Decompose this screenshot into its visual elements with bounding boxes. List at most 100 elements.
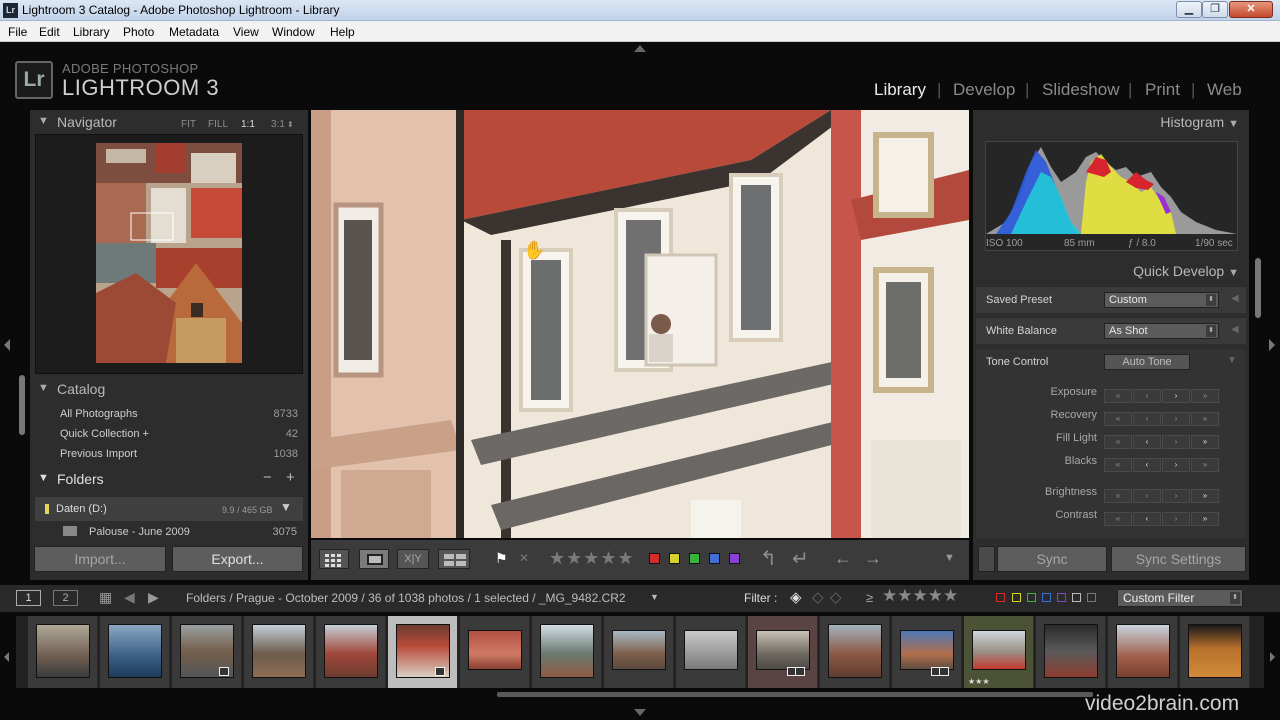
filmstrip-thumb[interactable] (1036, 616, 1106, 688)
filter-color-none[interactable] (1087, 593, 1096, 602)
module-slideshow[interactable]: Slideshow (1042, 80, 1120, 100)
filter-color-red[interactable] (996, 593, 1005, 602)
filter-color-yellow[interactable] (1012, 593, 1021, 602)
blacks-buttons[interactable]: «‹ ›» (1104, 454, 1222, 472)
expand-volume-icon[interactable]: ▼ (280, 500, 292, 514)
color-label-blue[interactable] (709, 553, 720, 564)
collapse-left-icon[interactable]: ◀ (1231, 324, 1239, 335)
left-panel-scrollbar[interactable] (19, 375, 25, 435)
catalog-item-quick[interactable]: Quick Collection + 42 (34, 424, 304, 444)
rotate-left-icon[interactable]: ↰ (760, 546, 777, 571)
filmstrip-right-arrow-icon[interactable] (1270, 652, 1275, 662)
filmstrip-left-arrow-icon[interactable] (4, 652, 9, 662)
back-arrow-icon[interactable]: ◀ (124, 589, 135, 606)
flag-reject-icon[interactable]: ✕ (519, 551, 529, 565)
filmstrip-thumb[interactable] (460, 616, 530, 688)
menu-photo[interactable]: Photo (123, 25, 154, 39)
folder-row[interactable]: Palouse - June 2009 3075 (35, 524, 303, 538)
collapse-icon[interactable]: ▼ (38, 472, 49, 484)
rotate-right-icon[interactable]: ↵ (792, 546, 809, 571)
saved-preset-select[interactable]: Custom ⬍ (1104, 292, 1219, 308)
export-button[interactable]: Export... (172, 546, 303, 572)
auto-tone-button[interactable]: Auto Tone (1104, 354, 1190, 370)
close-button[interactable]: ✕ (1229, 1, 1273, 18)
minimize-button[interactable]: ▁ (1176, 1, 1202, 18)
filter-rating-stars[interactable]: ★★★★★ (882, 586, 958, 606)
filmstrip-thumb[interactable] (28, 616, 98, 688)
window-2-button[interactable]: 2 (53, 590, 78, 606)
filmstrip-thumb[interactable] (244, 616, 314, 688)
grid-icon[interactable]: ▦ (99, 589, 112, 606)
nav-3to1[interactable]: 3:1 (271, 119, 285, 130)
auto-sync-toggle[interactable] (978, 546, 995, 572)
folders-header[interactable]: ▼ Folders − + (30, 469, 308, 491)
filmstrip-thumb[interactable] (532, 616, 602, 688)
menu-library[interactable]: Library (73, 25, 110, 39)
filter-unflagged-icon[interactable]: ◇ (812, 588, 824, 606)
filmstrip-thumb[interactable] (820, 616, 890, 688)
color-label-yellow[interactable] (669, 553, 680, 564)
window-1-button[interactable]: 1 (16, 590, 41, 606)
remove-folder-icon[interactable]: − (263, 469, 272, 486)
zoom-stepper-icon[interactable]: ⬍ (287, 120, 294, 129)
top-panel-toggle-icon[interactable] (634, 45, 646, 52)
left-panel-toggle-icon[interactable] (4, 339, 10, 351)
filter-color-purple[interactable] (1057, 593, 1066, 602)
filmstrip-scrollbar[interactable] (497, 692, 1093, 697)
color-label-green[interactable] (689, 553, 700, 564)
filter-flag-icon[interactable]: ◈ (790, 588, 802, 606)
collapse-icon[interactable]: ▼ (1228, 267, 1239, 279)
rating-operator[interactable]: ≥ (866, 590, 873, 605)
navigator-preview[interactable] (35, 134, 303, 374)
fill-light-buttons[interactable]: «‹ ›» (1104, 431, 1222, 449)
menu-edit[interactable]: Edit (39, 25, 60, 39)
module-web[interactable]: Web (1207, 80, 1242, 100)
sync-settings-button[interactable]: Sync Settings (1111, 546, 1246, 572)
color-label-red[interactable] (649, 553, 660, 564)
white-balance-select[interactable]: As Shot ⬍ (1104, 323, 1219, 339)
bottom-panel-toggle-icon[interactable] (634, 709, 646, 716)
collapse-icon[interactable]: ▼ (1228, 118, 1239, 130)
filmstrip-thumb[interactable] (604, 616, 674, 688)
catalog-header[interactable]: ▼ Catalog (30, 379, 308, 401)
filmstrip-thumb[interactable] (100, 616, 170, 688)
histogram-graph[interactable] (985, 141, 1238, 251)
filter-color-blue[interactable] (1042, 593, 1051, 602)
catalog-item-previous[interactable]: Previous Import 1038 (34, 444, 304, 464)
right-panel-scrollbar[interactable] (1255, 258, 1261, 318)
filter-rejected-icon[interactable]: ◇ (830, 588, 842, 606)
filter-color-white[interactable] (1072, 593, 1081, 602)
forward-arrow-icon[interactable]: ▶ (148, 589, 159, 606)
catalog-item-all[interactable]: All Photographs 8733 (34, 404, 304, 424)
brightness-buttons[interactable]: «‹ ›» (1104, 485, 1222, 503)
module-develop[interactable]: Develop (953, 80, 1015, 100)
exposure-buttons[interactable]: «‹ ›» (1104, 385, 1222, 403)
filmstrip-thumb[interactable] (1180, 616, 1250, 688)
filmstrip-thumb[interactable] (1108, 616, 1178, 688)
contrast-buttons[interactable]: «‹ ›» (1104, 508, 1222, 526)
nav-1to1[interactable]: 1:1 (241, 119, 255, 130)
filter-color-green[interactable] (1027, 593, 1036, 602)
module-library[interactable]: Library (874, 80, 926, 100)
module-print[interactable]: Print (1145, 80, 1180, 100)
filter-preset-select[interactable]: Custom Filter ⬍ (1117, 589, 1243, 607)
filmstrip-thumb[interactable]: ★★★ (964, 616, 1034, 688)
collapse-icon[interactable]: ▼ (38, 382, 49, 394)
collapse-icon[interactable]: ▼ (1227, 355, 1237, 366)
volume-row[interactable]: Daten (D:) 9.9 / 465 GB ▼ (35, 497, 303, 521)
filmstrip-thumb[interactable] (748, 616, 818, 688)
collapse-icon[interactable]: ▼ (38, 115, 49, 127)
filmstrip-thumb-selected[interactable] (388, 616, 458, 688)
survey-view-button[interactable] (438, 549, 470, 569)
color-label-purple[interactable] (729, 553, 740, 564)
menu-window[interactable]: Window (272, 25, 315, 39)
maximize-button[interactable]: ❐ (1202, 1, 1228, 18)
navigator-header[interactable]: ▼ Navigator FIT FILL 1:1 3:1 ⬍ (30, 112, 308, 134)
loupe-view-button[interactable] (359, 549, 389, 569)
grid-view-button[interactable] (319, 549, 349, 569)
filmstrip-thumb[interactable] (316, 616, 386, 688)
menu-help[interactable]: Help (330, 25, 355, 39)
recovery-buttons[interactable]: «‹ ›» (1104, 408, 1222, 426)
previous-photo-icon[interactable]: ← (834, 548, 852, 569)
menu-view[interactable]: View (233, 25, 259, 39)
